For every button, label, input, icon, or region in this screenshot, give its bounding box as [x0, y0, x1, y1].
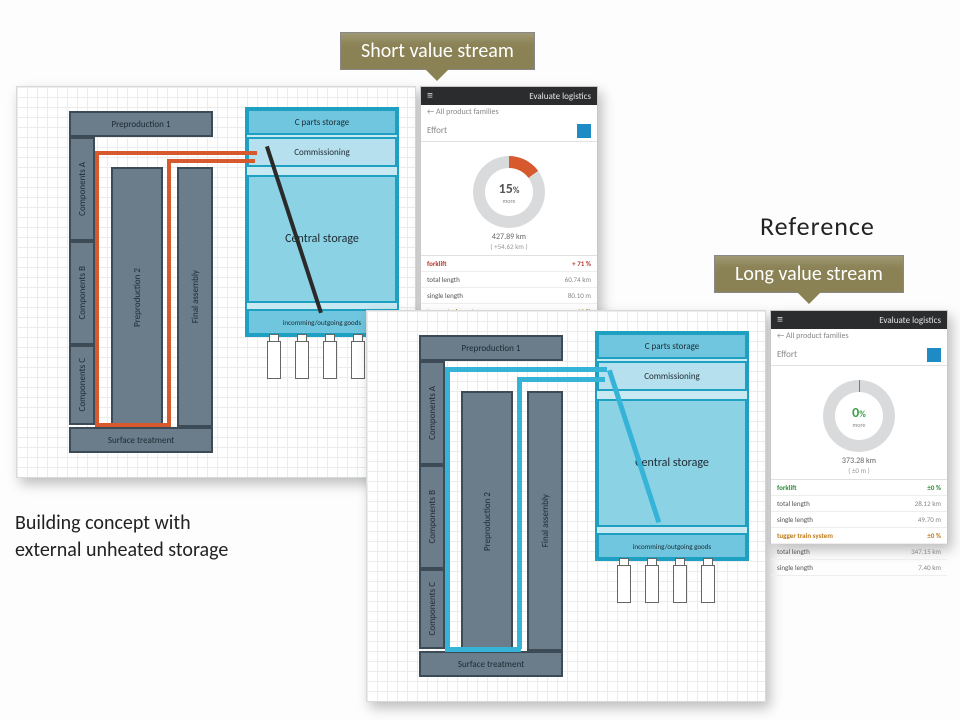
panel-distance-delta: ( +54.62 km )	[421, 242, 597, 251]
stg-central: Central storage	[597, 399, 747, 527]
blue-toggle-icon[interactable]	[927, 348, 941, 362]
flow-line	[167, 159, 255, 163]
panel-subtab[interactable]: Effort	[421, 123, 597, 142]
bld-preprod2: Preproduction 2	[111, 167, 163, 427]
flow-line	[517, 377, 522, 649]
bld-preprod1: Preproduction 1	[419, 335, 563, 361]
table-row: total length28.12 km	[771, 496, 947, 512]
tag-long-label: Long value stream	[735, 262, 883, 286]
bld-compC: Components C	[69, 345, 95, 425]
panel-titlebar: ≡ Evaluate logistics	[771, 311, 947, 329]
truck-icon	[673, 565, 687, 603]
truck-icon	[701, 565, 715, 603]
analytics-panel-b[interactable]: ≡ Evaluate logistics ← All product famil…	[770, 310, 948, 544]
flow-line	[95, 423, 171, 427]
caption-line1: Building concept with	[15, 511, 191, 535]
panel-subtab[interactable]: Effort	[771, 347, 947, 366]
bld-surface: Surface treatment	[69, 427, 213, 453]
panel-back[interactable]: ← All product families	[771, 329, 947, 347]
tag-short-label: Short value stream	[361, 39, 514, 63]
layout-card-long: Preproduction 1 Components A Components …	[366, 310, 766, 702]
stg-cparts: C parts storage	[247, 109, 397, 135]
panel-distance-delta: ( ±0 m )	[771, 466, 947, 475]
table-row: tugger train system±0 %	[771, 528, 947, 544]
panel-distance: 373.28 km	[771, 456, 947, 466]
bld-final: Final assembly	[177, 167, 213, 427]
flow-line	[445, 367, 607, 372]
panel-table: forklift±0 % total length28.12 km single…	[771, 479, 947, 576]
bld-compB: Components B	[419, 465, 445, 569]
bld-preprod2: Preproduction 2	[461, 391, 513, 651]
tag-short-value-stream: Short value stream	[340, 32, 535, 70]
blue-toggle-icon[interactable]	[577, 124, 591, 138]
flow-line	[517, 377, 605, 382]
truck-icon	[351, 341, 365, 379]
ring-chart: 0%more	[823, 380, 895, 452]
panel-distance: 427.89 km	[421, 232, 597, 242]
bld-compB: Components B	[69, 241, 95, 345]
stg-commissioning: Commissioning	[597, 361, 747, 391]
table-row: single length80.10 m	[421, 288, 597, 304]
reference-label: Reference	[760, 210, 875, 242]
flow-line	[167, 159, 171, 425]
truck-icon	[617, 565, 631, 603]
panel-back[interactable]: ← All product families	[421, 105, 597, 123]
table-row: total length347.15 km	[771, 544, 947, 560]
bld-preprod1: Preproduction 1	[69, 111, 213, 137]
hamburger-icon[interactable]: ≡	[427, 90, 433, 102]
layout-card-short: Preproduction 1 Components A Components …	[16, 86, 416, 478]
flow-line	[95, 151, 257, 155]
tag-long-value-stream: Long value stream	[714, 255, 904, 293]
ring-chart: 15%more	[473, 156, 545, 228]
truck-icon	[295, 341, 309, 379]
analytics-panel-a[interactable]: ≡ Evaluate logistics ← All product famil…	[420, 86, 598, 320]
table-row: forklift+ 71 %	[421, 256, 597, 272]
caption: Building concept with external unheated …	[15, 510, 228, 564]
stg-dock: incomming/outgoing goods	[597, 533, 747, 559]
bld-final: Final assembly	[527, 391, 563, 651]
truck-icon	[323, 341, 337, 379]
stg-cparts: C parts storage	[597, 333, 747, 359]
table-row: total length60.74 km	[421, 272, 597, 288]
bld-compC: Components C	[419, 569, 445, 649]
bld-compA: Components A	[419, 361, 445, 465]
flow-line	[95, 151, 99, 423]
panel-title: Evaluate logistics	[529, 91, 591, 102]
panel-title: Evaluate logistics	[879, 315, 941, 326]
flow-line	[445, 647, 521, 652]
table-row: single length7.40 km	[771, 560, 947, 576]
table-row: forklift±0 %	[771, 480, 947, 496]
hamburger-icon[interactable]: ≡	[777, 314, 783, 326]
table-row: single length49.70 m	[771, 512, 947, 528]
panel-titlebar: ≡ Evaluate logistics	[421, 87, 597, 105]
truck-icon	[267, 341, 281, 379]
bld-compA: Components A	[69, 137, 95, 241]
truck-icon	[645, 565, 659, 603]
bld-surface: Surface treatment	[419, 651, 563, 677]
flow-line	[445, 367, 450, 649]
stg-central: Central storage	[247, 175, 397, 303]
caption-line2: external unheated storage	[15, 538, 228, 562]
